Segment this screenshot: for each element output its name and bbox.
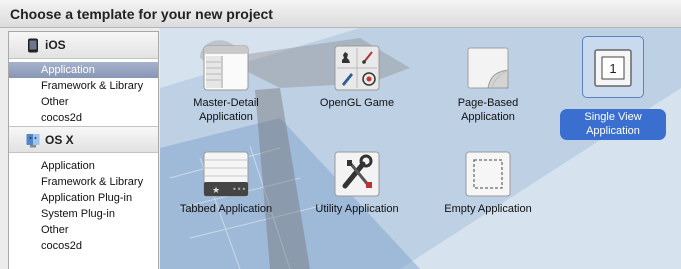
template-label-opengl-game: OpenGL Game [319,97,395,109]
svg-text:★: ★ [212,186,220,196]
template-single-view[interactable]: 1 Single View Application [548,36,678,140]
single-view-icon-number: 1 [609,61,616,76]
sidebar-item-ios-other[interactable]: Other [9,94,158,110]
utility-icon [334,151,380,197]
ios-section-label: iOS [45,38,66,52]
template-label-tabbed: Tabbed Application [179,203,273,215]
tabbed-icon: ★ ••• [203,151,249,197]
osx-section-label: OS X [45,133,74,147]
sidebar-item-osx-system-plugin[interactable]: System Plug-in [9,206,158,222]
sidebar-item-osx-framework-library[interactable]: Framework & Library [9,174,158,190]
sidebar-item-osx-application[interactable]: Application [9,158,158,174]
empty-icon [465,151,511,197]
osx-section-header: OS X [9,126,158,153]
page-based-icon [467,47,509,89]
template-label-empty: Empty Application [444,203,532,215]
template-opengl-game[interactable]: OpenGL Game [292,36,422,136]
template-label-utility: Utility Application [315,203,399,215]
page-title: Choose a template for your new project [10,6,273,22]
iphone-icon [28,38,38,53]
opengl-game-icon [334,45,380,91]
window-header: Choose a template for your new project [0,0,681,28]
template-utility[interactable]: Utility Application [292,142,422,242]
template-tabbed[interactable]: ★ ••• Tabbed Application [161,142,291,242]
svg-text:•••: ••• [232,185,246,194]
template-grid: Master-Detail Application OpenGL Game Pa… [160,28,681,269]
sidebar-item-ios-framework-library[interactable]: Framework & Library [9,78,158,94]
template-page-based[interactable]: Page-Based Application [423,36,553,136]
sidebar-item-osx-application-plugin[interactable]: Application Plug-in [9,190,158,206]
single-view-icon: 1 [594,49,632,87]
ios-section-header: iOS [9,32,158,59]
template-label-page-based: Page-Based Application [457,97,519,123]
sidebar-item-ios-application[interactable]: Application [9,62,158,78]
sidebar-item-osx-other[interactable]: Other [9,222,158,238]
sidebar-item-osx-cocos2d[interactable]: cocos2d [9,238,158,254]
template-category-sidebar: iOS Application Framework & Library Othe… [8,31,159,269]
template-empty[interactable]: Empty Application [423,142,553,242]
sidebar-item-ios-cocos2d[interactable]: cocos2d [9,110,158,126]
master-detail-icon [203,45,249,91]
template-label-single-view: Single View Application [560,109,666,140]
template-master-detail[interactable]: Master-Detail Application [161,36,291,136]
mac-finder-icon [26,134,40,148]
template-label-master-detail: Master-Detail Application [193,97,259,123]
